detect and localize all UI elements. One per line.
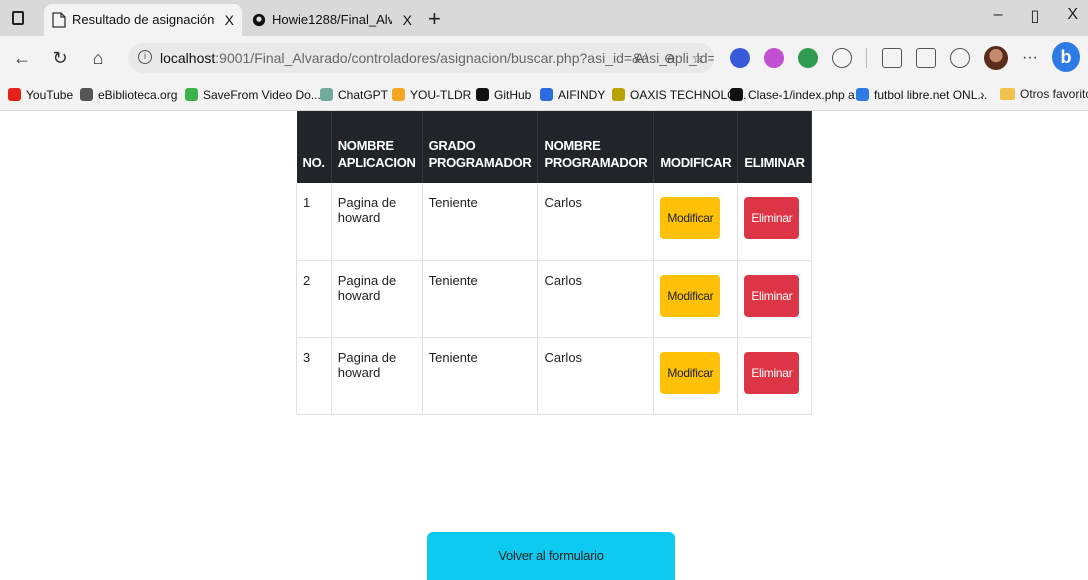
folder-icon	[1000, 88, 1015, 100]
info-icon[interactable]: i	[138, 50, 152, 64]
delete-button[interactable]: Eliminar	[744, 197, 800, 239]
avatar[interactable]	[984, 46, 1008, 70]
table-header-row: NO. NOMBRE APLICACION GRADO PROGRAMADOR NO…	[296, 111, 812, 183]
collections-icon[interactable]	[916, 48, 936, 68]
bookmark-ebiblioteca[interactable]: eBiblioteca.org	[80, 87, 177, 103]
bing-chat-icon[interactable]: b	[1052, 42, 1080, 72]
cell-grade: Teniente	[422, 337, 539, 415]
header-programmer-grade: GRADO PROGRAMADOR	[422, 111, 539, 183]
tab-actions-icon[interactable]	[8, 8, 30, 28]
extensions-puzzle-icon[interactable]	[832, 48, 852, 68]
cell-modify: Modificar	[653, 260, 739, 338]
table-row: 3 Pagina de howard Teniente Carlos Modif…	[296, 337, 812, 415]
read-aloud-icon[interactable]: A⁾	[635, 43, 648, 73]
minimize-button[interactable]: –	[994, 6, 1003, 30]
cell-name: Carlos	[537, 260, 655, 338]
bookmark-clase1[interactable]: Clase-1/index.php a...	[730, 87, 865, 103]
bookmark-github[interactable]: GitHub	[476, 87, 531, 103]
delete-button[interactable]: Eliminar	[744, 274, 800, 317]
cell-no: 3	[296, 337, 332, 415]
cell-modify: Modificar	[653, 337, 739, 415]
delete-button[interactable]: Eliminar	[744, 351, 800, 394]
page-content: NO. NOMBRE APLICACION GRADO PROGRAMADOR NO…	[0, 111, 1088, 580]
cell-app: Pagina de howard	[331, 337, 423, 415]
bookmark-chatgpt[interactable]: ChatGPT	[320, 87, 388, 103]
page-icon	[52, 12, 66, 28]
cell-name: Carlos	[537, 337, 655, 415]
modify-button[interactable]: Modificar	[660, 197, 721, 239]
navigation-bar: ← ↻ ⌂ i localhost:9001/Final_Alvarado/co…	[0, 36, 1088, 80]
cell-grade: Teniente	[422, 183, 539, 261]
tab-title: Howie1288/Final_Alvarado: Proye	[272, 12, 392, 27]
cell-app: Pagina de howard	[331, 183, 423, 261]
github-icon	[730, 88, 743, 101]
other-favorites-folder[interactable]: Otros favoritos	[1000, 87, 1088, 101]
tab-title: Resultado de asignación de prog	[72, 12, 214, 27]
header-no: NO.	[296, 111, 332, 183]
you-tldr-icon	[392, 88, 405, 101]
refresh-icon[interactable]: ↻	[46, 44, 74, 72]
url-text[interactable]: localhost:9001/Final_Alvarado/controlado…	[160, 43, 714, 73]
extensions: ···	[730, 46, 1038, 70]
bookmarks-bar: YouTube eBiblioteca.org SaveFrom Video D…	[0, 80, 1088, 111]
more-menu-icon[interactable]: ···	[1022, 49, 1038, 67]
download-icon	[185, 88, 198, 101]
health-icon[interactable]	[950, 48, 970, 68]
bookmark-aifindy[interactable]: AIFINDY	[540, 87, 605, 103]
assignment-table: NO. NOMBRE APLICACION GRADO PROGRAMADOR NO…	[296, 111, 812, 415]
close-window-button[interactable]: X	[1067, 6, 1078, 30]
address-bar[interactable]: i localhost:9001/Final_Alvarado/controla…	[128, 43, 714, 73]
extension-icon[interactable]	[764, 48, 784, 68]
cell-no: 2	[296, 260, 332, 338]
cell-name: Carlos	[537, 183, 655, 261]
extension-icon[interactable]	[730, 48, 750, 68]
cell-delete: Eliminar	[737, 337, 812, 415]
tab-close-icon[interactable]: X	[225, 4, 234, 36]
bookmark-youtube[interactable]: YouTube	[8, 87, 73, 103]
bookmark-savefrom[interactable]: SaveFrom Video Do...	[185, 87, 321, 103]
back-arrow-icon[interactable]: ←	[8, 44, 36, 72]
github-icon	[476, 88, 489, 101]
tab-close-icon[interactable]: X	[403, 4, 412, 36]
modify-button[interactable]: Modificar	[660, 274, 721, 317]
cell-no: 1	[296, 183, 332, 261]
tab-github[interactable]: Howie1288/Final_Alvarado: Proye X	[244, 4, 420, 36]
header-modify: MODIFICAR	[653, 111, 739, 183]
header-programmer-name: NOMBRE PROGRAMADOR	[537, 111, 655, 183]
table-row: 1 Pagina de howard Teniente Carlos Modif…	[296, 183, 812, 261]
cell-delete: Eliminar	[737, 183, 812, 261]
github-icon	[252, 13, 266, 27]
new-tab-button[interactable]: +	[428, 6, 441, 32]
oaxis-icon	[612, 88, 625, 101]
cell-modify: Modificar	[653, 183, 739, 261]
address-actions: A⁾ ⊖ ☆	[635, 43, 704, 73]
bookmark-oaxis[interactable]: OAXIS TECHNOLO...	[612, 87, 746, 103]
bookmark-futbol[interactable]: futbol libre.net ONL...	[856, 87, 987, 103]
favorite-star-icon[interactable]: ☆	[691, 43, 704, 73]
back-to-form-button[interactable]: Volver al formulario	[427, 532, 675, 580]
zoom-icon[interactable]: ⊖	[664, 43, 676, 73]
tab-active[interactable]: Resultado de asignación de prog X	[44, 4, 242, 36]
toolbar-divider	[866, 48, 868, 68]
bookmark-you-tldr[interactable]: YOU-TLDR	[392, 87, 471, 103]
restore-button[interactable]: ▯	[1031, 6, 1040, 30]
cell-app: Pagina de howard	[331, 260, 423, 338]
bookmarks-overflow-icon[interactable]: ›	[980, 86, 985, 102]
modify-button[interactable]: Modificar	[660, 351, 721, 394]
youtube-icon	[8, 88, 21, 101]
cell-grade: Teniente	[422, 260, 539, 338]
header-delete: ELIMINAR	[737, 111, 812, 183]
header-app-name: NOMBRE APLICACION	[331, 111, 423, 183]
favorites-icon[interactable]	[882, 48, 902, 68]
table-row: 2 Pagina de howard Teniente Carlos Modif…	[296, 260, 812, 338]
book-icon	[80, 88, 93, 101]
bing-icon	[856, 88, 869, 101]
aifindy-icon	[540, 88, 553, 101]
chatgpt-icon	[320, 88, 333, 101]
window-controls: – ▯ X	[994, 6, 1078, 30]
home-icon[interactable]: ⌂	[84, 44, 112, 72]
cell-delete: Eliminar	[737, 260, 812, 338]
tab-strip: Resultado de asignación de prog X Howie1…	[0, 0, 1088, 36]
extension-icon[interactable]	[798, 48, 818, 68]
